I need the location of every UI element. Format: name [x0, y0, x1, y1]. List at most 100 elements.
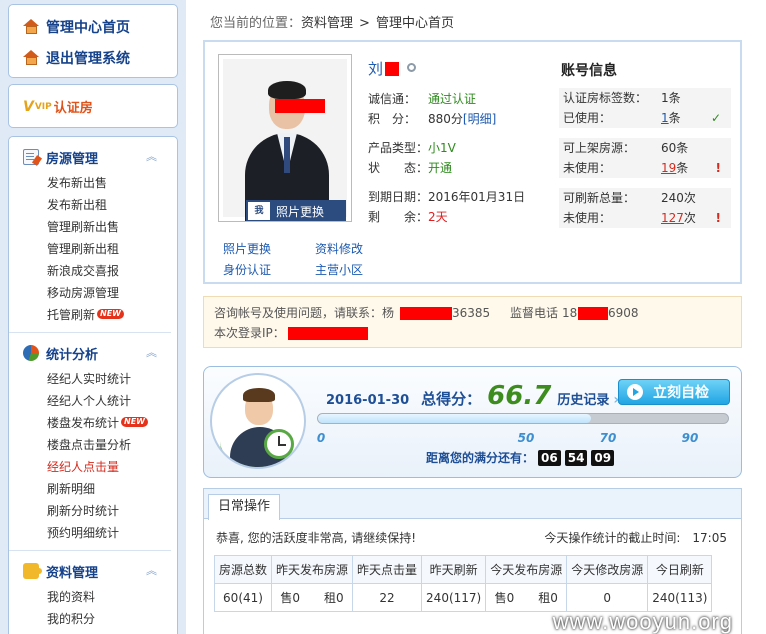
section-statistics[interactable]: 统计分析 ︽ [9, 341, 177, 365]
table-row: 60(41) 售0 租0 22 240(117) 售0 租0 0 240(113… [213, 583, 713, 612]
nav-item[interactable]: 我的积分 [47, 608, 171, 630]
section-items-statistics: 经纪人实时统计 经纪人个人统计 楼盘发布统计 NEW 楼盘点击量分析 经纪人点击量… [9, 365, 171, 551]
account-group-tags: 认证房标签数： 1条 已使用： 1条 ✓ [559, 88, 731, 128]
check-icon: ✓ [710, 111, 721, 125]
account-group-listings: 可上架房源： 60条 未使用： 19条! [559, 138, 731, 178]
pie-chart-icon [23, 345, 39, 361]
nav-item[interactable]: 新浪成交喜报 [47, 260, 171, 282]
table-header: 昨天发布房源 [271, 555, 354, 584]
collapse-icon[interactable]: ︽ [146, 344, 157, 360]
account-key: 已使用： [563, 111, 612, 125]
nav-item[interactable]: 发布新出租 [47, 194, 171, 216]
info-value: 2016年01月31日 [428, 190, 526, 204]
account-key: 认证房标签数： [563, 91, 648, 105]
profile-panel: 我 照片更换 照片更换 资料修改 身份认证 主营小区 刘 诚信通： 通过认证 积 分：… [203, 40, 742, 284]
account-info: 账号信息 认证房标签数： 1条 已使用： 1条 ✓ 可上架房源： 60条 未使用： 19条… [559, 60, 731, 238]
nav-item-active[interactable]: 经纪人点击量 [47, 456, 171, 478]
info-row-product: 产品类型：小1V [368, 138, 548, 158]
info-value: 880分 [428, 112, 463, 126]
self-check-button[interactable]: 立刻自检 [618, 379, 730, 405]
table-header: 今天修改房源 [566, 555, 649, 584]
info-value: 通过认证 [428, 92, 477, 106]
top-links-box: 管理中心首页 退出管理系统 [8, 4, 178, 78]
user-name-row: 刘 [368, 58, 548, 80]
used-tags-link[interactable]: 1 [661, 111, 669, 125]
score-progress-fill [318, 414, 592, 423]
remaining-seconds: 09 [591, 449, 615, 466]
photo-change-button[interactable]: 我 照片更换 [246, 200, 346, 221]
supervise-label: 监督电话 [510, 306, 559, 320]
collapse-icon[interactable]: ︽ [146, 148, 157, 164]
remaining-label: 距离您的满分还有： [426, 451, 535, 465]
logout-link[interactable]: 退出管理系统 [23, 42, 177, 73]
admin-home-link[interactable]: 管理中心首页 [23, 11, 177, 42]
collapse-icon[interactable]: ︽ [146, 562, 157, 578]
activity-message: 恭喜, 您的活跃度非常高, 请继续保持! [216, 531, 417, 545]
breadcrumb-label: 您当前的位置： [210, 16, 302, 31]
daily-operations-panel: 日常操作 恭喜, 您的活跃度非常高, 请继续保持! 今天操作统计的截止时间: 1… [203, 488, 742, 634]
contact-label: 咨询帐号及使用问题，请联系：杨 [214, 306, 395, 320]
redaction-bar [275, 99, 325, 113]
redaction-bar [288, 327, 368, 340]
nav-item[interactable]: 管理刷新出售 [47, 216, 171, 238]
score-tick-label: 50 [517, 431, 535, 445]
info-key: 剩 余： [368, 210, 429, 224]
nav-item-building-stats[interactable]: 楼盘发布统计 NEW [47, 412, 171, 434]
info-row-expiry: 到期日期：2016年01月31日 [368, 187, 548, 207]
breadcrumb-item[interactable]: 资料管理 [301, 16, 353, 31]
alert-icon: ! [715, 161, 721, 175]
nav-item[interactable]: 管理刷新出租 [47, 238, 171, 260]
remaining-time: 距离您的满分还有： 06 54 09 [426, 449, 615, 466]
change-photo-link[interactable]: 照片更换 [223, 239, 271, 260]
table-cell: 60(41) [213, 583, 273, 612]
info-key: 到期日期： [368, 190, 429, 204]
nav-item[interactable]: 刷新分时统计 [47, 500, 171, 522]
profile-links: 照片更换 资料修改 身份认证 主营小区 [223, 239, 363, 281]
nav-item[interactable]: 预约明细统计 [47, 522, 171, 544]
account-value: 1条 [661, 91, 681, 105]
account-unit: 条 [676, 161, 689, 175]
unused-refresh-link[interactable]: 127 [661, 211, 684, 225]
table-cell: 22 [352, 583, 423, 612]
clock-icon [264, 429, 294, 459]
nav-item[interactable]: 经纪人个人统计 [47, 390, 171, 412]
main-community-link[interactable]: 主营小区 [315, 260, 363, 281]
vip-certified-link[interactable]: V VIP 认证房 [23, 97, 177, 117]
nav-item[interactable]: 经纪人实时统计 [47, 368, 171, 390]
medal-icon [407, 62, 417, 72]
breadcrumb: 您当前的位置：资料管理 > 管理中心首页 [210, 12, 454, 31]
nav-item[interactable]: 移动房源管理 [47, 282, 171, 304]
nav-item[interactable]: 我的资料 [47, 586, 171, 608]
nav-item-managed-refresh[interactable]: 托管刷新 NEW [47, 304, 171, 326]
redaction-bar [400, 307, 452, 320]
breadcrumb-separator: > [359, 16, 370, 31]
supervise-phone-head: 18 [562, 306, 578, 320]
account-title: 账号信息 [561, 63, 617, 79]
nav-item[interactable]: 楼盘点击量分析 [47, 434, 171, 456]
section-listing-management[interactable]: 房源管理 ︽ [9, 145, 177, 169]
account-group-refresh: 可刷新总量： 240次 未使用： 127次! [559, 188, 731, 228]
nav-item[interactable]: 刷新明细 [47, 478, 171, 500]
remaining-hours: 06 [538, 449, 561, 466]
redaction-bar [385, 62, 400, 76]
photo-icon: 我 [248, 202, 270, 220]
tab-daily-operations[interactable]: 日常操作 [208, 494, 281, 520]
table-header-row: 房源总数 昨天发布房源 昨天点击量 昨天刷新 今天发布房源 今天修改房源 今日刷… [213, 555, 713, 584]
score-tick-label: 0 [316, 431, 326, 445]
vip-v-icon: V [23, 98, 34, 115]
agent-avatar-icon [210, 373, 306, 469]
score-ticks: 0 50 70 90 [317, 431, 729, 445]
daily-message: 恭喜, 您的活跃度非常高, 请继续保持! 今天操作统计的截止时间: 17:05 [204, 519, 741, 557]
nav-item[interactable]: 发布新出售 [47, 172, 171, 194]
logout-label: 退出管理系统 [46, 50, 130, 67]
id-verify-link[interactable]: 身份认证 [223, 260, 271, 281]
history-link[interactable]: 历史记录 [557, 389, 609, 408]
table-cell: 240(113) [647, 583, 713, 612]
points-detail-link[interactable]: [明细] [463, 112, 496, 126]
edit-profile-link[interactable]: 资料修改 [315, 239, 363, 260]
info-row-remaining: 剩 余：2天 [368, 207, 548, 227]
user-name[interactable]: 刘 [368, 58, 383, 80]
unused-listings-link[interactable]: 19 [661, 161, 676, 175]
info-row-points: 积 分： 880分[明细] [368, 109, 548, 129]
section-profile-management[interactable]: 资料管理 ︽ [9, 559, 177, 583]
